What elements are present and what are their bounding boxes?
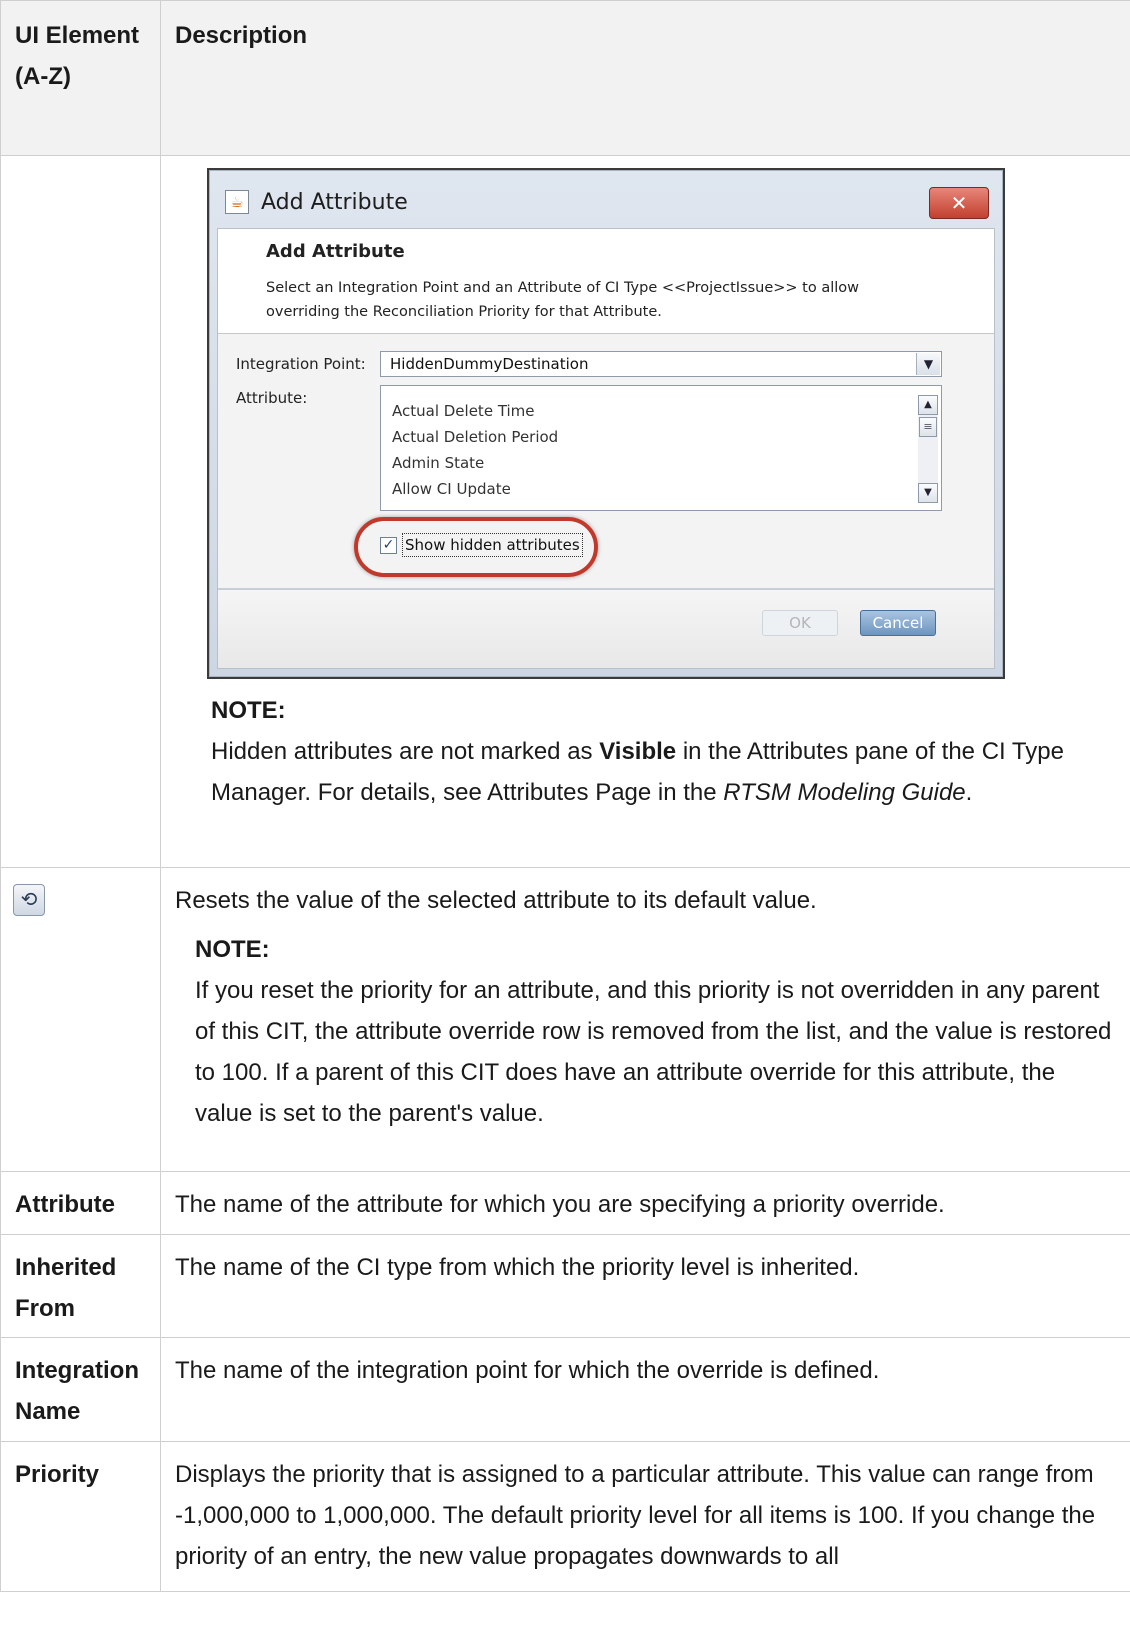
show-hidden-checkbox[interactable]: ✓ <box>380 537 397 554</box>
integration-point-value: HiddenDummyDestination <box>390 355 589 373</box>
table-row: Integration Name The name of the integra… <box>0 1337 1130 1442</box>
scroll-down-icon[interactable]: ▼ <box>918 483 938 503</box>
list-item[interactable]: Admin State <box>392 454 484 472</box>
note-text: If you reset the priority for an attribu… <box>195 977 1112 1127</box>
dialog-footer: OK Cancel <box>218 588 994 668</box>
ui-element-table: UI Element (A-Z) Description ☕ Add Attri… <box>0 0 1130 1592</box>
integration-point-select[interactable]: HiddenDummyDestination ▼ <box>380 351 942 377</box>
attribute-list-scrollbar[interactable]: ▲ ≡ ▼ <box>918 395 938 503</box>
table-header-row: UI Element (A-Z) Description <box>0 0 1130 156</box>
note-block-hidden-attributes: NOTE: Hidden attributes are not marked a… <box>161 684 1130 825</box>
row-label: Inherited From <box>0 1234 161 1338</box>
list-item[interactable]: Actual Deletion Period <box>392 428 558 446</box>
close-button[interactable]: ✕ <box>929 187 989 219</box>
dialog-screenshot: ☕ Add Attribute ✕ Add Attribute Select a… <box>161 156 1130 684</box>
attribute-label: Attribute: <box>236 389 308 407</box>
header-description: Description <box>160 0 1130 156</box>
row-description: The name of the attribute for which you … <box>160 1171 1130 1235</box>
row-description: The name of the CI type from which the p… <box>160 1234 1130 1338</box>
show-hidden-label[interactable]: Show hidden attributes <box>402 533 583 557</box>
label-cell-reset: ⟲ <box>0 867 161 1172</box>
table-row: Priority Displays the priority that is a… <box>0 1441 1130 1592</box>
attribute-list[interactable]: Actual Delete Time Actual Deletion Perio… <box>380 385 942 511</box>
row-label: Attribute <box>0 1171 161 1235</box>
dialog-titlebar: ☕ Add Attribute ✕ <box>209 170 1003 219</box>
banner-text: Select an Integration Point and an Attri… <box>266 280 860 320</box>
add-attribute-dialog: ☕ Add Attribute ✕ Add Attribute Select a… <box>207 168 1005 679</box>
note-heading: NOTE: <box>211 697 286 724</box>
table-row-dialog: ☕ Add Attribute ✕ Add Attribute Select a… <box>0 155 1130 868</box>
row-label: Priority <box>0 1441 161 1592</box>
row-label: Integration Name <box>0 1337 161 1442</box>
label-cell-empty <box>0 155 161 868</box>
scroll-thumb[interactable]: ≡ <box>919 417 937 437</box>
dialog-banner: Add Attribute Select an Integration Poin… <box>218 229 994 334</box>
note-text: Hidden attributes are not marked as Visi… <box>211 738 1064 806</box>
integration-point-label: Integration Point: <box>236 355 366 373</box>
table-row: Inherited From The name of the CI type f… <box>0 1234 1130 1338</box>
description-cell-dialog: ☕ Add Attribute ✕ Add Attribute Select a… <box>160 155 1130 868</box>
table-row-reset: ⟲ Resets the value of the selected attri… <box>0 867 1130 1172</box>
dialog-client-area: Add Attribute Select an Integration Poin… <box>217 228 995 669</box>
reset-icon: ⟲ <box>13 884 45 916</box>
note-heading: NOTE: <box>195 936 270 963</box>
list-item[interactable]: Allow CI Update <box>392 480 511 498</box>
note-block-reset: NOTE: If you reset the priority for an a… <box>175 921 1116 1146</box>
ok-button[interactable]: OK <box>762 610 838 636</box>
table-row: Attribute The name of the attribute for … <box>0 1171 1130 1235</box>
reset-description: Resets the value of the selected attribu… <box>175 887 817 914</box>
header-ui-element: UI Element (A-Z) <box>0 0 161 156</box>
row-description: The name of the integration point for wh… <box>160 1337 1130 1442</box>
chevron-down-icon[interactable]: ▼ <box>916 353 940 375</box>
java-icon: ☕ <box>225 190 249 214</box>
description-cell-reset: Resets the value of the selected attribu… <box>160 867 1130 1172</box>
scroll-up-icon[interactable]: ▲ <box>918 395 938 415</box>
dialog-title: Add Attribute <box>261 190 408 215</box>
cancel-button[interactable]: Cancel <box>860 610 936 636</box>
row-description: Displays the priority that is assigned t… <box>160 1441 1130 1592</box>
banner-title: Add Attribute <box>266 241 405 262</box>
list-item[interactable]: Actual Delete Time <box>392 402 535 420</box>
